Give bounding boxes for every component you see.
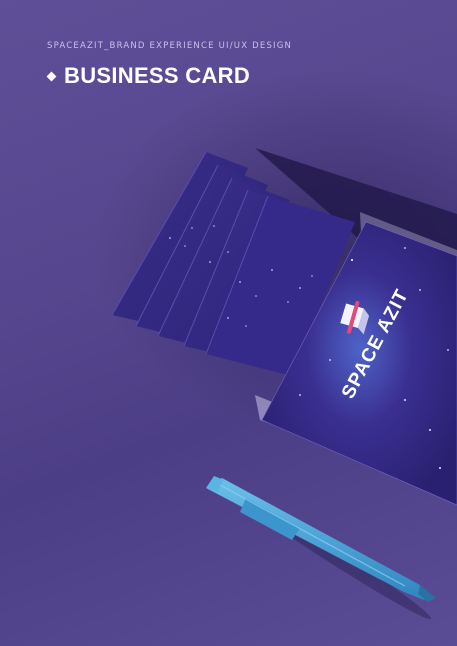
- business-card-scene: SPACE AZIT: [111, 148, 457, 620]
- pen-icon: [206, 476, 436, 620]
